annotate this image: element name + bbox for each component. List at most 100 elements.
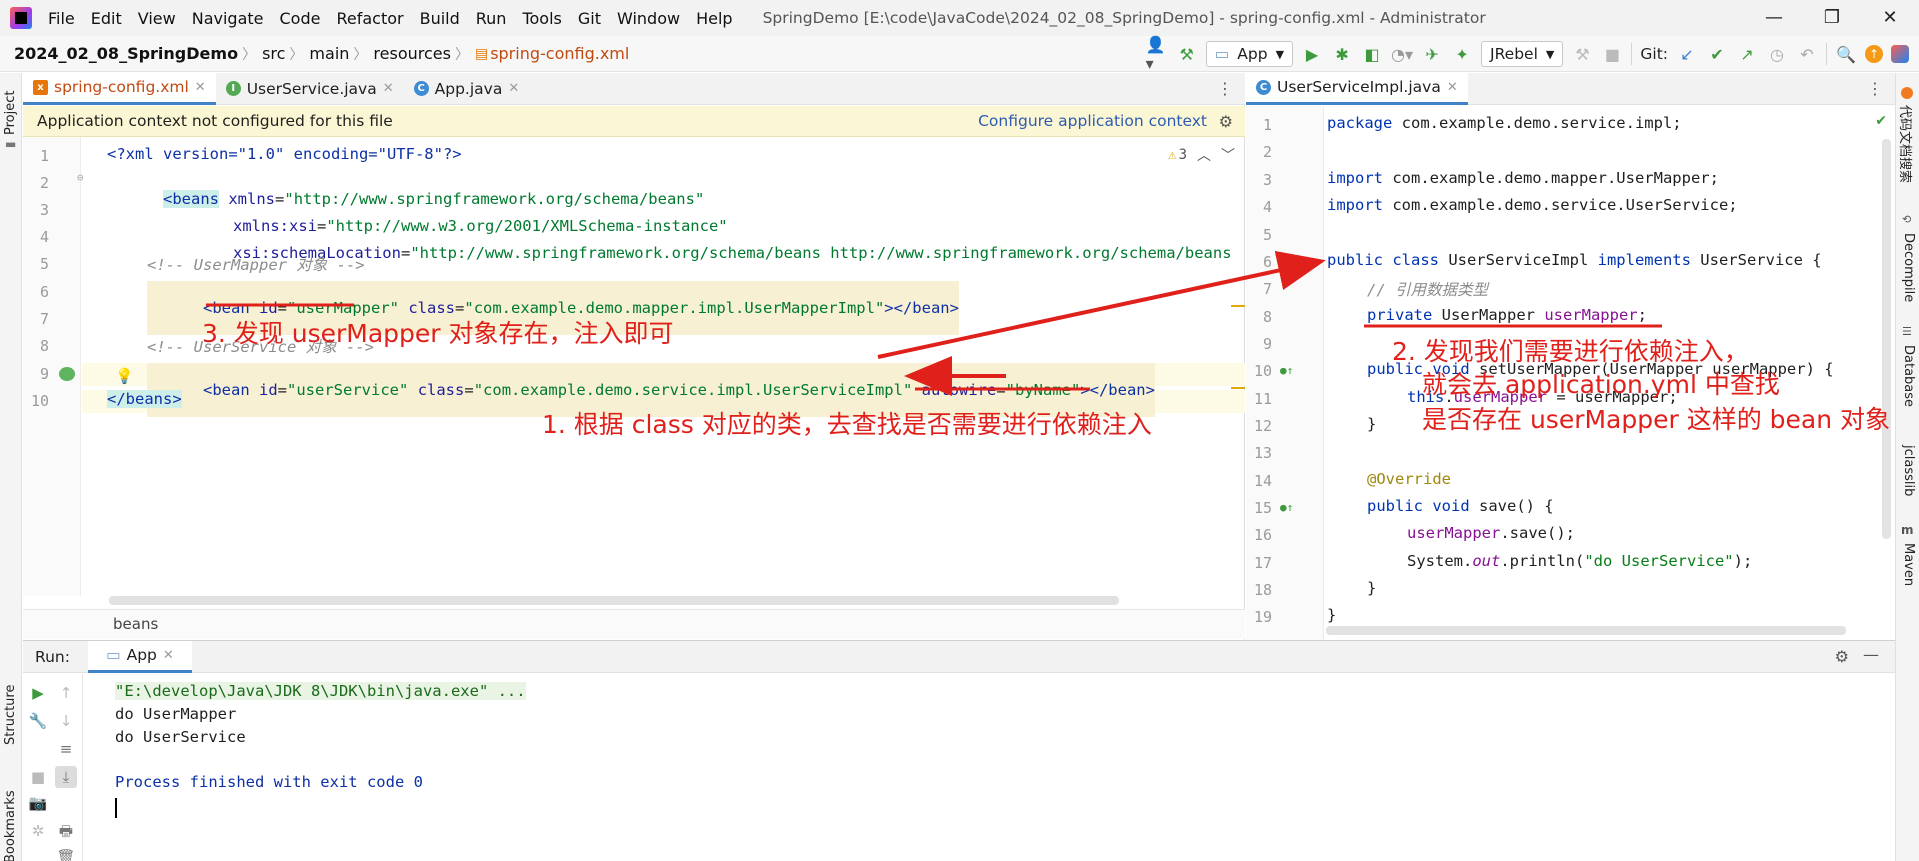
user-icon[interactable]: 👤▾ (1146, 35, 1168, 73)
close-window-icon[interactable]: ✕ (1861, 0, 1919, 36)
breadcrumb-file[interactable]: spring-config.xml (488, 44, 633, 63)
jrebel-label: JRebel (1490, 45, 1538, 63)
close-icon[interactable]: ✕ (163, 648, 174, 663)
menu-edit[interactable]: Edit (83, 9, 130, 28)
horizontal-scrollbar[interactable] (109, 596, 1119, 605)
gear-icon[interactable]: ⚙ (1219, 112, 1233, 131)
more-options-icon[interactable]: ⋮ (1867, 79, 1883, 98)
line-number: 7 (1262, 280, 1272, 298)
line-number: 9 (1262, 335, 1272, 353)
close-icon[interactable]: ✕ (1447, 80, 1458, 95)
menu-build[interactable]: Build (412, 9, 468, 28)
menu-help[interactable]: Help (688, 9, 740, 28)
git-history-icon[interactable]: ◷ (1766, 43, 1788, 65)
breadcrumb-main[interactable]: main (303, 44, 353, 63)
menu-git[interactable]: Git (570, 9, 609, 28)
gear-icon[interactable]: ⚙ (1835, 647, 1849, 666)
breadcrumb-src[interactable]: src (256, 44, 289, 63)
menu-code[interactable]: Code (272, 9, 329, 28)
run-tab-app[interactable]: ▭ App ✕ (87, 640, 192, 673)
build-hammer-icon[interactable]: ⚒ (1176, 43, 1198, 65)
jrebel-run-icon[interactable]: ✈ (1421, 43, 1443, 65)
database-tool-tab[interactable]: Database (1901, 345, 1916, 407)
horizontal-scrollbar[interactable] (1326, 626, 1846, 635)
hide-panel-icon[interactable]: — (1863, 645, 1879, 664)
field-name: userMapper (1544, 306, 1638, 324)
minimize-icon[interactable]: — (1745, 0, 1803, 36)
close-icon[interactable]: ✕ (383, 81, 394, 96)
menu-navigate[interactable]: Navigate (184, 9, 272, 28)
debug-icon[interactable]: ✱ (1331, 43, 1353, 65)
update-icon[interactable]: ↑ (1865, 45, 1883, 63)
tab-app-java[interactable]: C App.java ✕ (404, 73, 530, 105)
git-commit-icon[interactable]: ✔ (1706, 43, 1728, 65)
git-rollback-icon[interactable]: ↶ (1796, 43, 1818, 65)
code-line-3: import com.example.demo.mapper.UserMappe… (1327, 169, 1719, 187)
code-search-icon (1901, 87, 1913, 99)
configure-application-context-link[interactable]: Configure application context (978, 112, 1207, 130)
footer-breadcrumb[interactable]: beans (113, 615, 158, 633)
line-number: 3 (1262, 171, 1272, 189)
more-options-icon[interactable]: ⋮ (1217, 79, 1233, 98)
bean-open-tag: <bean (203, 381, 259, 399)
restore-icon[interactable]: ❐ (1803, 0, 1861, 36)
line-number: 4 (39, 228, 49, 246)
profile-icon[interactable]: ◔▾ (1391, 43, 1413, 65)
xml-value: "byName" (1005, 381, 1081, 399)
git-push-icon[interactable]: ↗ (1736, 43, 1758, 65)
keyword: implements (1597, 251, 1691, 269)
jrebel-debug-icon[interactable]: ✦ (1451, 43, 1473, 65)
xml-editor-pane: x spring-config.xml ✕ I UserService.java… (23, 72, 1245, 640)
git-update-icon[interactable]: ↙ (1676, 43, 1698, 65)
breadcrumb-resources[interactable]: resources (367, 44, 455, 63)
implements-gutter-icon[interactable]: ●↑ (1280, 501, 1293, 514)
console-line: do UserMapper (115, 705, 237, 723)
search-icon[interactable]: 🔍 (1835, 43, 1857, 65)
lightbulb-icon[interactable]: 💡 (115, 367, 134, 385)
tab-userservice-java[interactable]: I UserService.java ✕ (216, 73, 404, 105)
line-number: 3 (39, 201, 49, 219)
bookmarks-tool-tab[interactable]: Bookmarks (3, 790, 18, 861)
line-number: 5 (39, 255, 49, 273)
right-editor-tabs: C UserServiceImpl.java ✕ ⋮ (1246, 72, 1895, 105)
menu-tools[interactable]: Tools (514, 9, 569, 28)
code-search-tool-tab[interactable]: 代码文档搜索 (1897, 105, 1916, 183)
chevron-down-icon[interactable]: ﹀ (1221, 145, 1235, 165)
beans-close-tag: </beans> (107, 390, 182, 408)
close-icon[interactable]: ✕ (195, 80, 206, 95)
menu-run[interactable]: Run (468, 9, 515, 28)
run-icon[interactable]: ▶ (1301, 43, 1323, 65)
line-number: 8 (39, 337, 49, 355)
line-number: 16 (1253, 526, 1272, 544)
breadcrumb-project[interactable]: 2024_02_08_SpringDemo (0, 44, 242, 63)
chevron-up-icon[interactable]: ︿ (1197, 145, 1211, 165)
fold-icon[interactable]: ⊖ (77, 171, 84, 184)
coverage-icon[interactable]: ◧ (1361, 43, 1383, 65)
close-icon[interactable]: ✕ (508, 81, 519, 96)
structure-tool-tab[interactable]: Structure (3, 685, 18, 745)
bean-gutter-icon[interactable] (59, 367, 75, 381)
jclasslib-tool-tab[interactable]: jclasslib (1901, 445, 1916, 496)
code-text: .save(); (1500, 524, 1575, 542)
vertical-scrollbar[interactable] (1882, 139, 1891, 539)
tab-spring-config-xml[interactable]: x spring-config.xml ✕ (23, 72, 216, 105)
ide-logo-icon[interactable] (1891, 45, 1909, 63)
decompile-tool-tab[interactable]: Decompile (1901, 233, 1916, 302)
menu-window[interactable]: Window (609, 9, 688, 28)
code-text: .println( (1500, 552, 1585, 570)
jrebel-select[interactable]: JRebel ▼ (1481, 41, 1564, 67)
implements-gutter-icon[interactable]: ●↑ (1280, 364, 1293, 377)
menu-file[interactable]: File (40, 9, 83, 28)
xml-code-area[interactable]: 1 2 3 4 5 6 7 8 9 10 ⊖ ⚠ 3 ︿ ﹀ <?xml ver… (23, 137, 1245, 596)
closing-brace: } (1367, 579, 1377, 597)
maven-tool-tab[interactable]: Maven (1901, 543, 1916, 586)
breadcrumb-separator-icon: 〉 (353, 46, 368, 63)
closing-brace: } (1327, 606, 1337, 624)
console-output[interactable]: "E:\develop\Java\JDK 8\JDK\bin\java.exe"… (23, 674, 1895, 861)
menu-view[interactable]: View (130, 9, 184, 28)
inspection-widget[interactable]: ⚠ 3 ︿ ﹀ (1168, 145, 1235, 165)
tab-userserviceimpl-java[interactable]: C UserServiceImpl.java ✕ (1246, 72, 1468, 105)
project-tool-tab[interactable]: Project (3, 91, 18, 135)
menu-refactor[interactable]: Refactor (328, 9, 411, 28)
run-configuration-select[interactable]: ▭ App ▼ (1205, 41, 1294, 67)
